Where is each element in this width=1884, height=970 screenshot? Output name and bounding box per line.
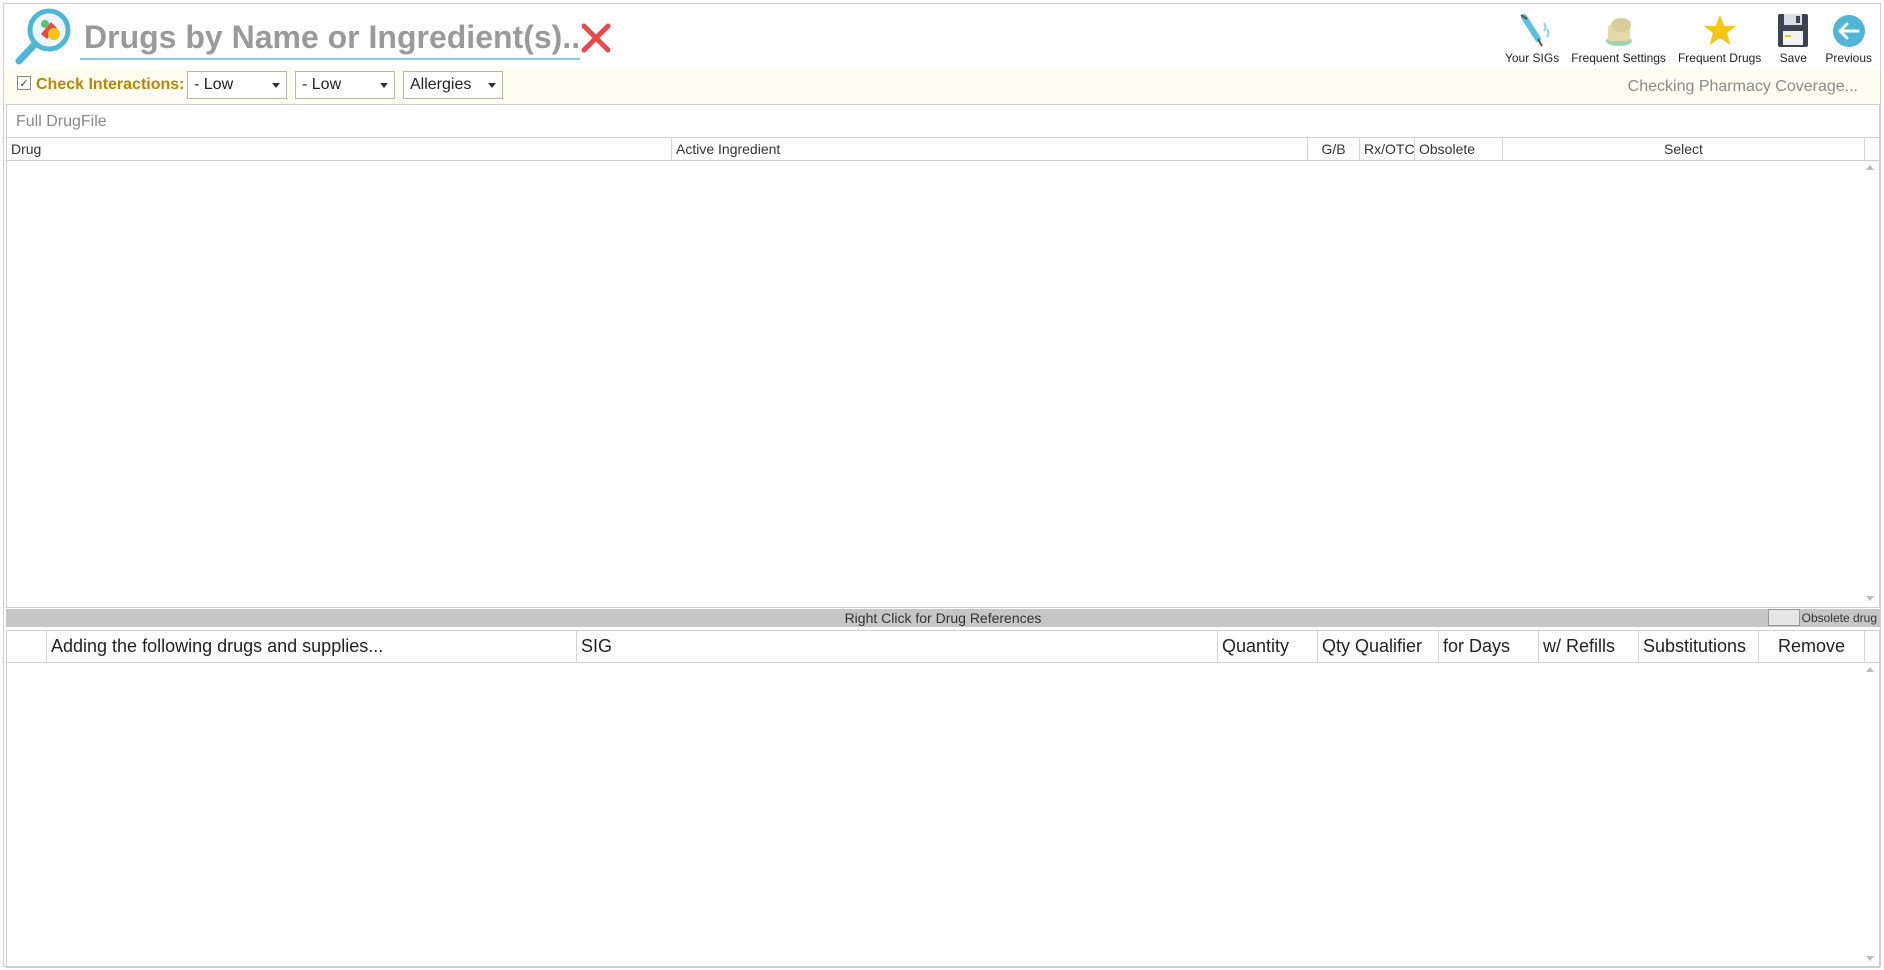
drug-references-hint: Right Click for Drug References [844, 610, 1042, 626]
save-button[interactable]: Save [1767, 7, 1819, 65]
column-gb[interactable]: G/B [1308, 138, 1360, 161]
obsolete-legend-label: Obsolete drug [1801, 611, 1877, 625]
column-select[interactable]: Select [1503, 138, 1865, 161]
order-grid: Adding the following drugs and supplies.… [6, 630, 1880, 968]
chevron-down-icon [272, 83, 280, 88]
column-row-marker [7, 631, 47, 662]
column-obsolete[interactable]: Obsolete [1415, 138, 1503, 161]
frequent-settings-label: Frequent Settings [1571, 51, 1666, 65]
check-interactions-label: Check Interactions: [36, 76, 185, 93]
obsolete-legend-swatch [1768, 609, 1800, 626]
check-interactions-checkbox[interactable]: ✓ [17, 76, 31, 90]
syringe-icon [1520, 14, 1550, 47]
allergies-value: Allergies [410, 76, 472, 93]
severity-dropdown-1[interactable]: - Low [187, 71, 287, 99]
previous-button[interactable]: Previous [1819, 7, 1878, 65]
your-sigs-button[interactable]: Your SIGs [1499, 7, 1565, 65]
save-label: Save [1779, 51, 1807, 65]
scroll-up-arrow-icon[interactable] [1866, 667, 1874, 672]
drug-search-logo-icon [15, 8, 71, 65]
column-drug[interactable]: Drug [7, 138, 672, 161]
severity-2-value: - Low [302, 76, 342, 93]
back-arrow-icon [1832, 15, 1865, 47]
scroll-up-arrow-icon[interactable] [1866, 165, 1874, 170]
column-rx-otc[interactable]: Rx/OTC [1360, 138, 1415, 161]
scroll-down-arrow-icon[interactable] [1866, 596, 1874, 601]
drug-search-input[interactable] [80, 16, 580, 60]
allergies-dropdown[interactable]: Allergies [403, 71, 503, 99]
floppy-disk-icon [1778, 14, 1809, 47]
column-sig[interactable]: SIG [577, 631, 1218, 662]
scroll-down-arrow-icon[interactable] [1866, 956, 1874, 961]
severity-dropdown-2[interactable]: - Low [295, 71, 395, 99]
frequent-settings-button[interactable]: Frequent Settings [1565, 7, 1672, 65]
column-qty-qualifier[interactable]: Qty Qualifier [1318, 631, 1439, 662]
previous-label: Previous [1825, 51, 1872, 65]
toolbar: Your SIGs Frequent Settings Frequent Dru… [1499, 7, 1878, 65]
main-window: Your SIGs Frequent Settings Frequent Dru… [3, 3, 1881, 968]
interactions-bar: ✓ Check Interactions: - Low - Low Allerg… [4, 68, 1880, 104]
column-active-ingredient[interactable]: Active Ingredient [672, 138, 1308, 161]
grid-caption: Full DrugFile [16, 113, 107, 130]
column-refills[interactable]: w/ Refills [1539, 631, 1639, 662]
column-quantity[interactable]: Quantity [1218, 631, 1318, 662]
frequent-drugs-button[interactable]: Frequent Drugs [1672, 7, 1767, 65]
column-substitutions[interactable]: Substitutions [1639, 631, 1759, 662]
star-icon [1703, 15, 1736, 45]
pill-bottle-icon [1605, 18, 1632, 46]
clear-search-icon[interactable] [578, 20, 614, 56]
severity-1-value: - Low [194, 76, 234, 93]
your-sigs-label: Your SIGs [1504, 51, 1560, 65]
checkmark-icon: ✓ [19, 77, 29, 90]
header: Your SIGs Frequent Settings Frequent Dru… [4, 4, 1880, 68]
column-drugs-supplies[interactable]: Adding the following drugs and supplies.… [47, 631, 577, 662]
drug-references-bar: Right Click for Drug References Obsolete… [6, 609, 1880, 627]
pharmacy-coverage-status: Checking Pharmacy Coverage... [1627, 78, 1858, 95]
chevron-down-icon [380, 83, 388, 88]
frequent-drugs-label: Frequent Drugs [1677, 51, 1762, 65]
column-remove[interactable]: Remove [1759, 631, 1865, 662]
drug-grid: Full DrugFile Drug Active Ingredient G/B… [6, 104, 1880, 608]
column-for-days[interactable]: for Days [1439, 631, 1539, 662]
drug-grid-header: Drug Active Ingredient G/B Rx/OTC Obsole… [7, 137, 1879, 161]
order-grid-header: Adding the following drugs and supplies.… [7, 631, 1879, 663]
chevron-down-icon [488, 83, 496, 88]
